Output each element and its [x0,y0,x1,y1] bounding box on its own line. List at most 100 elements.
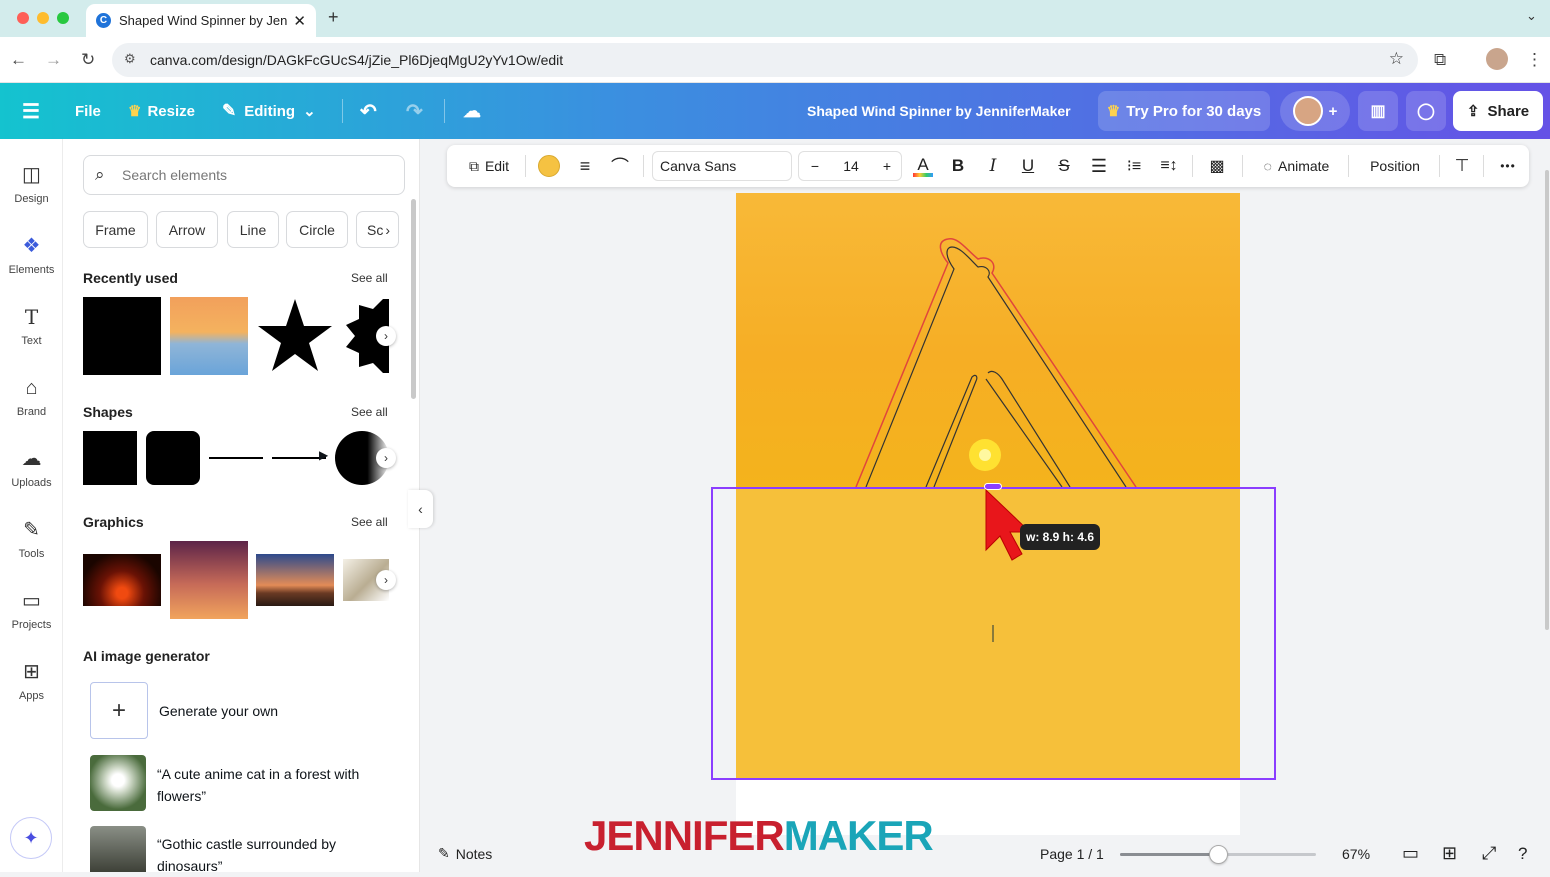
chip-circle[interactable]: Circle [286,211,348,248]
new-tab-button[interactable]: + [328,7,339,28]
animate-button[interactable]: ◌ Animate [1254,145,1339,187]
reload-icon[interactable]: ↻ [81,49,95,71]
tab-list-chevron-icon[interactable]: ⌄ [1526,8,1537,24]
more-options-button[interactable]: ••• [1493,145,1523,187]
shape-rounded-square[interactable] [146,431,200,485]
grid-view-icon[interactable]: ⊞ [1442,835,1457,872]
chip-line[interactable]: Line [227,211,279,248]
chip-more[interactable]: Sc › [356,211,399,248]
ai-cat-thumbnail[interactable] [90,755,146,811]
undo-icon[interactable]: ↶ [360,83,377,139]
magic-assistant-sparkle-icon[interactable]: ✦ [10,817,52,859]
chip-arrow[interactable]: Arrow [156,211,218,248]
ai-prompt-cat[interactable]: “A cute anime cat in a forest with flowe… [157,763,397,807]
transparency-checker-icon[interactable]: ▩ [1204,145,1230,187]
italic-button[interactable]: I [980,145,1006,187]
redo-icon[interactable]: ↷ [406,83,423,139]
fullscreen-icon[interactable]: ⤢ [1482,835,1496,872]
rail-item-text[interactable]: T Text [0,305,63,347]
copy-style-paint-roller-icon[interactable]: ⊤ [1449,145,1475,187]
panel-scrollbar[interactable] [411,199,416,399]
address-bar[interactable]: ⚙ canva.com/design/DAGkFcGUcS4/jZie_Pl6D… [112,43,1418,77]
rail-item-projects[interactable]: ▭ Projects [0,589,63,631]
notes-button[interactable]: ✎ Notes [438,835,492,872]
rail-item-elements[interactable]: ❖ Elements [0,234,63,276]
ai-prompt-castle[interactable]: “Gothic castle surrounded by dinosaurs” [157,833,397,877]
collaborators-button[interactable]: + [1280,91,1350,131]
rail-item-design[interactable]: ◫ Design [0,163,63,205]
strikethrough-button[interactable]: S [1051,145,1077,187]
see-all-link[interactable]: See all [351,405,388,419]
try-pro-button[interactable]: ♛ Try Pro for 30 days [1098,91,1270,131]
position-button[interactable]: Position [1359,145,1431,187]
extensions-icon[interactable]: ⧉ [1434,49,1446,71]
underline-button[interactable]: U [1015,145,1041,187]
spacing-icon[interactable]: ≡↕ [1156,145,1182,187]
scroll-right-icon[interactable]: › [376,570,396,590]
shape-arrow-line[interactable] [272,457,326,459]
rail-item-brand[interactable]: ⌂ Brand [0,376,63,418]
shape-square[interactable] [83,431,137,485]
share-button[interactable]: ⇪ Share [1453,91,1543,131]
collapse-panel-chevron-icon[interactable]: ‹ [408,490,433,528]
scroll-right-icon[interactable]: › [376,326,396,346]
bold-button[interactable]: B [945,145,971,187]
chip-frame[interactable]: Frame [83,211,148,248]
resize-button[interactable]: ♛ Resize [128,83,195,139]
zoom-level[interactable]: 67% [1342,835,1370,872]
site-settings-icon[interactable]: ⚙ [124,51,136,67]
fill-color-swatch[interactable] [536,145,562,187]
wind-spinner-outline[interactable] [736,193,1240,487]
page-view-icon[interactable]: ▭ [1402,835,1419,872]
rail-item-tools[interactable]: ✎ Tools [0,518,63,560]
align-center-icon[interactable]: ☰ [1086,145,1112,187]
browser-tab[interactable]: C Shaped Wind Spinner by Jen ✕ [86,4,316,37]
rail-item-uploads[interactable]: ☁ Uploads [0,447,63,489]
bookmark-star-icon[interactable]: ☆ [1389,49,1404,69]
editing-mode-button[interactable]: ✎ Editing ⌄ [222,83,316,139]
insights-chart-icon[interactable]: ▥ [1358,91,1398,131]
edit-shape-button[interactable]: ⧉ Edit [457,145,521,187]
search-elements-input[interactable]: ⌕ Search elements [83,155,405,195]
profile-avatar[interactable] [1486,48,1508,70]
maximize-window-dot[interactable] [57,12,69,24]
hamburger-menu-icon[interactable]: ☰ [22,83,40,139]
close-window-dot[interactable] [17,12,29,24]
graphic-gradient-sunset[interactable] [170,541,248,619]
browser-menu-icon[interactable]: ⋮ [1526,49,1543,71]
decrease-font-size-button[interactable]: − [805,152,825,180]
minimize-window-dot[interactable] [37,12,49,24]
increase-font-size-button[interactable]: + [877,152,897,180]
design-title[interactable]: Shaped Wind Spinner by JenniferMaker [807,83,1071,139]
recent-sunset-image[interactable] [170,297,248,375]
recent-star-shape[interactable] [256,297,334,375]
text-color-button[interactable]: A [910,145,936,187]
ai-castle-thumbnail[interactable] [90,826,146,872]
page-indicator[interactable]: Page 1 / 1 [1040,835,1104,872]
graphic-city-sunset[interactable] [256,554,334,606]
tab-close-icon[interactable]: ✕ [293,12,306,30]
see-all-link[interactable]: See all [351,271,388,285]
shape-line[interactable] [209,457,263,459]
font-size-value[interactable]: 14 [837,152,865,180]
generate-plus-icon[interactable]: + [90,682,148,739]
zoom-slider-thumb[interactable] [1209,845,1228,864]
scroll-right-icon[interactable]: › [376,448,396,468]
zoom-slider-track[interactable] [1120,845,1316,864]
rail-item-apps[interactable]: ⊞ Apps [0,660,63,702]
see-all-link[interactable]: See all [351,515,388,529]
back-icon[interactable]: ← [10,49,27,71]
help-icon[interactable]: ? [1518,835,1527,872]
file-menu[interactable]: File [75,83,101,139]
list-icon[interactable]: ⁝≡ [1121,145,1147,187]
corner-rounding-icon[interactable]: ⌒ [607,145,633,187]
recent-black-square[interactable] [83,297,161,375]
forward-icon[interactable]: → [45,49,62,71]
font-family-select[interactable]: Canva Sans [652,151,792,181]
canvas-scrollbar[interactable] [1545,170,1549,630]
graphic-red-sunset[interactable] [83,554,161,606]
border-style-icon[interactable]: ≡ [572,145,598,187]
cloud-saved-icon[interactable]: ☁ [463,83,481,139]
comment-icon[interactable]: ◯ [1406,91,1446,131]
generate-your-own-label[interactable]: Generate your own [159,703,278,719]
